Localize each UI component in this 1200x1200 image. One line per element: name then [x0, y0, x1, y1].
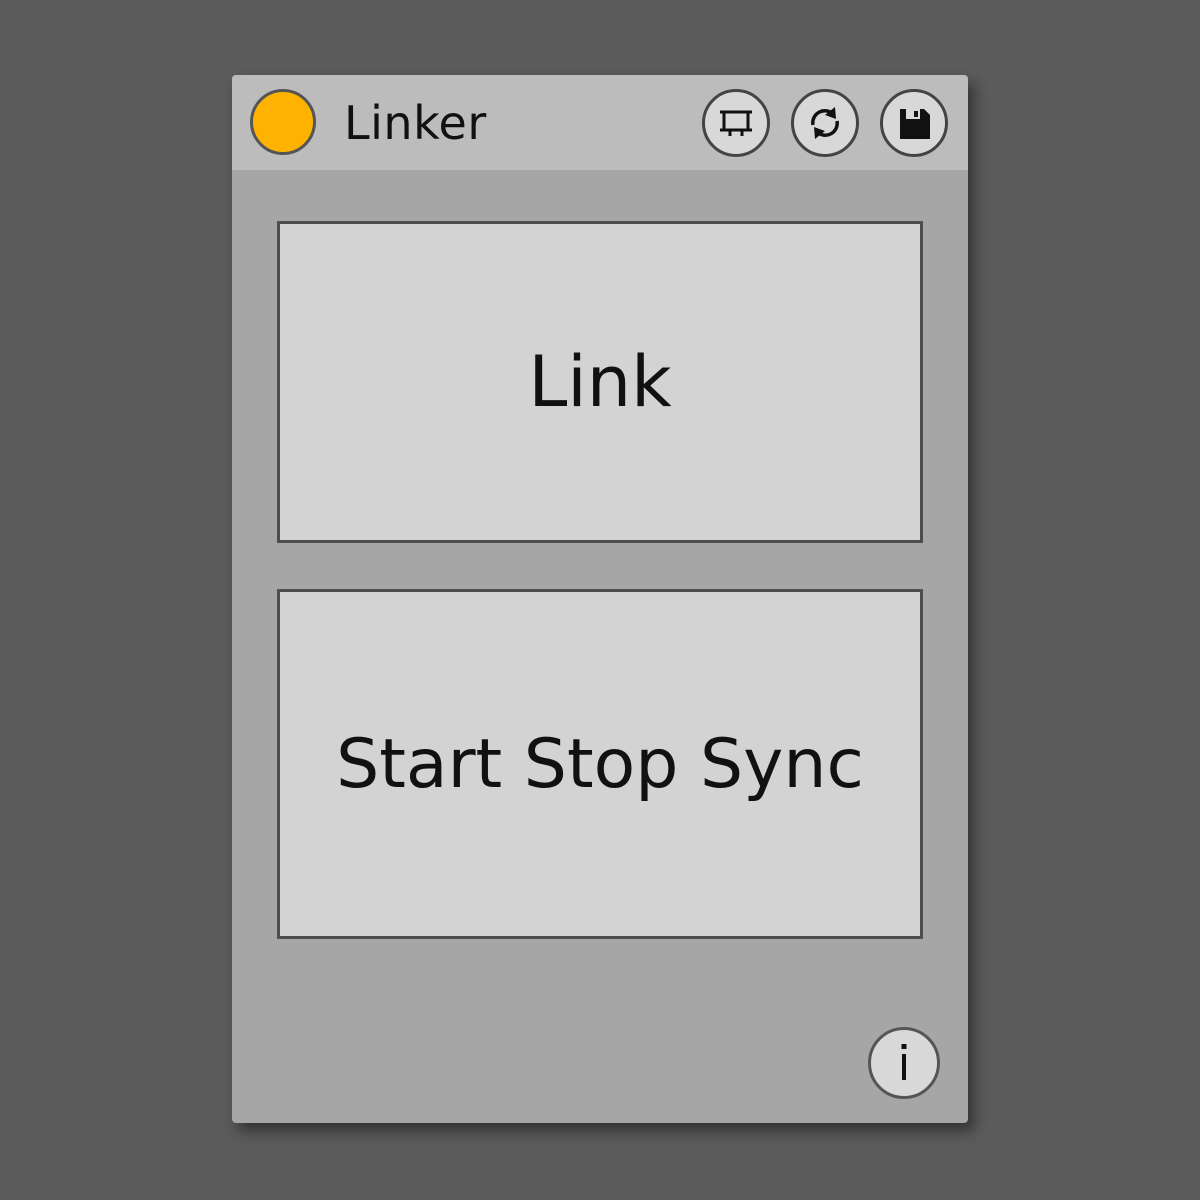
frame-button[interactable]	[702, 89, 770, 157]
linker-device: Linker Link Start Stop Sync	[232, 75, 968, 1123]
refresh-icon	[805, 103, 845, 143]
device-title: Linker	[344, 96, 487, 150]
save-button[interactable]	[880, 89, 948, 157]
save-icon	[894, 103, 934, 143]
device-title-bar: Linker	[232, 75, 968, 170]
refresh-button[interactable]	[791, 89, 859, 157]
info-button[interactable]	[868, 1027, 940, 1099]
link-button[interactable]: Link	[277, 221, 923, 543]
info-icon	[884, 1036, 924, 1090]
start-stop-sync-button[interactable]: Start Stop Sync	[277, 589, 923, 939]
device-power-toggle[interactable]	[250, 89, 316, 155]
frame-icon	[716, 103, 756, 143]
